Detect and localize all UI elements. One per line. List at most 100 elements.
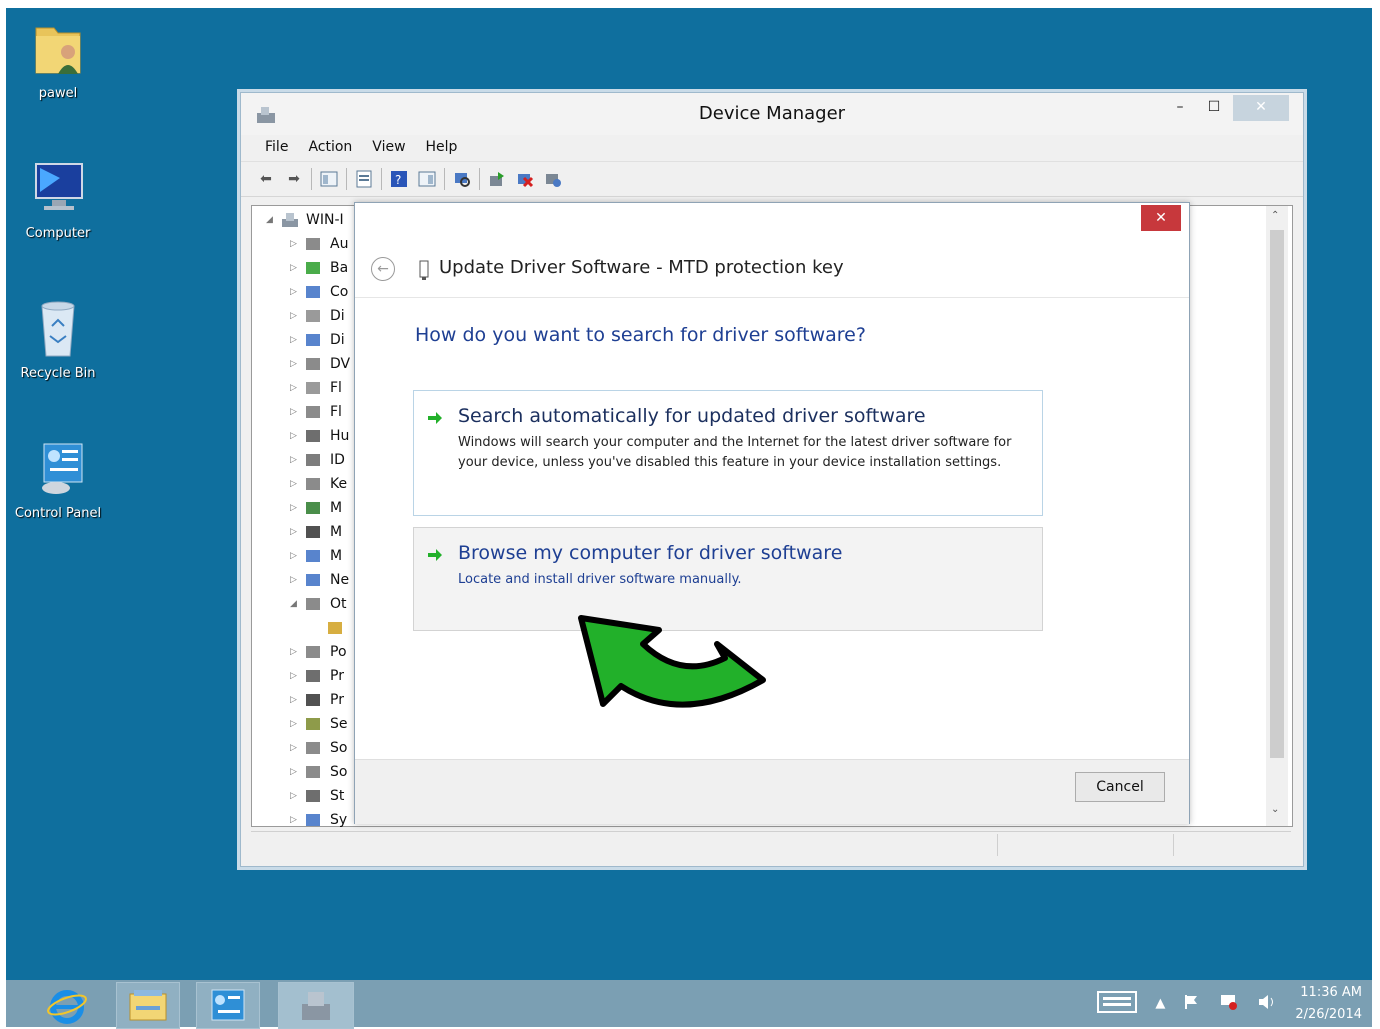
close-button[interactable]: ✕ xyxy=(1233,95,1289,121)
clock[interactable]: 11:36 AM 2/26/2014 xyxy=(1295,982,1362,1026)
volume-icon[interactable] xyxy=(1257,993,1277,1015)
expand-icon[interactable]: ▷ xyxy=(290,503,304,513)
vertical-scrollbar[interactable]: ⌃ ⌄ xyxy=(1266,206,1288,826)
scan-hardware-icon[interactable] xyxy=(451,168,473,190)
tree-item[interactable]: ▷ Di xyxy=(290,304,345,328)
tree-item[interactable]: ▷ Di xyxy=(290,328,345,352)
menu-help[interactable]: Help xyxy=(416,135,468,161)
tree-item[interactable]: ▷ Au xyxy=(290,232,348,256)
tree-item[interactable]: ▷ Pr xyxy=(290,664,344,688)
desktop-icon-recycle-bin[interactable]: Recycle Bin xyxy=(8,298,108,381)
minimize-button[interactable]: – xyxy=(1165,95,1195,121)
tree-item[interactable]: ▷ Co xyxy=(290,280,348,304)
network-icon[interactable] xyxy=(1219,993,1239,1015)
tree-item[interactable]: ▷ Pr xyxy=(290,688,344,712)
tree-item[interactable]: ▷ M xyxy=(290,496,342,520)
properties-icon[interactable] xyxy=(353,168,375,190)
uninstall-icon[interactable] xyxy=(514,168,536,190)
menu-action[interactable]: Action xyxy=(298,135,362,161)
expand-icon[interactable]: ▷ xyxy=(290,695,304,705)
tree-item[interactable] xyxy=(312,616,352,640)
scroll-up-icon[interactable]: ⌃ xyxy=(1271,210,1279,221)
device-category-icon xyxy=(304,307,324,325)
tree-item[interactable]: ▷ M xyxy=(290,520,342,544)
action-center-flag-icon[interactable] xyxy=(1183,993,1201,1015)
expand-icon[interactable]: ▷ xyxy=(290,527,304,537)
tree-item[interactable]: ▷ Hu xyxy=(290,424,349,448)
maximize-button[interactable]: ☐ xyxy=(1199,95,1229,121)
expand-icon[interactable]: ▷ xyxy=(290,551,304,561)
disable-device-icon[interactable] xyxy=(542,168,564,190)
tree-item[interactable]: ▷ Se xyxy=(290,712,348,736)
tree-item[interactable]: ▷ Sy xyxy=(290,808,347,832)
tree-item[interactable]: ▷ Fl xyxy=(290,376,342,400)
expand-icon[interactable]: ▷ xyxy=(290,335,304,345)
device-category-icon xyxy=(304,403,324,421)
tree-item[interactable]: ▷ Ba xyxy=(290,256,348,280)
show-hidden-icons-icon[interactable]: ▲ xyxy=(1155,996,1165,1011)
desktop-icon-pawel[interactable]: pawel xyxy=(8,18,108,101)
expand-icon[interactable]: ▷ xyxy=(290,359,304,369)
expand-icon[interactable]: ▷ xyxy=(290,791,304,801)
device-category-icon xyxy=(304,331,324,349)
expand-icon[interactable]: ▷ xyxy=(290,479,304,489)
expand-icon[interactable]: ▷ xyxy=(290,575,304,585)
tree-item[interactable]: ▷ St xyxy=(290,784,344,808)
back-button[interactable]: ← xyxy=(371,257,395,281)
tree-item[interactable]: ▷ So xyxy=(290,736,347,760)
update-driver-icon[interactable] xyxy=(486,168,508,190)
control-panel-button[interactable] xyxy=(196,982,260,1029)
keyboard-icon[interactable] xyxy=(1097,990,1138,1017)
expand-icon[interactable]: ▷ xyxy=(290,311,304,321)
show-hide-console-icon[interactable] xyxy=(318,168,340,190)
expand-icon[interactable]: ▷ xyxy=(290,239,304,249)
expand-icon[interactable]: ▷ xyxy=(290,719,304,729)
expand-icon[interactable]: ▷ xyxy=(290,263,304,273)
menu-view[interactable]: View xyxy=(362,135,415,161)
show-hide-action-pane-icon[interactable] xyxy=(416,168,438,190)
tree-item[interactable]: ▷ ID xyxy=(290,448,345,472)
desktop-icon-computer[interactable]: Computer xyxy=(8,158,108,241)
expand-icon[interactable]: ▷ xyxy=(290,287,304,297)
internet-explorer-button[interactable] xyxy=(36,982,98,1027)
file-explorer-button[interactable] xyxy=(116,982,180,1029)
tree-root[interactable]: ◢ WIN-I xyxy=(266,208,344,232)
forward-arrow-icon[interactable]: ➡ xyxy=(283,168,305,190)
dialog-close-button[interactable]: ✕ xyxy=(1141,205,1181,231)
tree-item[interactable]: ▷ M xyxy=(290,544,342,568)
expand-icon[interactable]: ▷ xyxy=(290,407,304,417)
back-arrow-icon[interactable]: ⬅ xyxy=(255,168,277,190)
expand-icon[interactable]: ▷ xyxy=(290,767,304,777)
tree-item[interactable]: ▷ Ne xyxy=(290,568,349,592)
scroll-down-icon[interactable]: ⌄ xyxy=(1271,804,1279,815)
device-manager-taskbar-button[interactable] xyxy=(278,982,354,1029)
expand-icon[interactable]: ▷ xyxy=(290,671,304,681)
collapse-icon[interactable]: ◢ xyxy=(290,599,304,609)
device-manager-taskbar-icon xyxy=(302,991,330,1020)
tree-item[interactable]: ◢ Ot xyxy=(290,592,347,616)
tree-item-label: Co xyxy=(330,284,349,300)
tree-item[interactable]: ▷ Fl xyxy=(290,400,342,424)
cancel-button[interactable]: Cancel xyxy=(1075,772,1165,802)
tree-item-label: Sy xyxy=(330,812,348,828)
menu-file[interactable]: File xyxy=(255,135,298,161)
expand-icon[interactable]: ▷ xyxy=(290,815,304,825)
expand-icon[interactable]: ▷ xyxy=(290,647,304,657)
device-category-icon xyxy=(304,475,324,493)
tree-item[interactable]: ▷ So xyxy=(290,760,347,784)
expand-icon[interactable]: ▷ xyxy=(290,431,304,441)
help-icon[interactable]: ? xyxy=(388,168,410,190)
window-titlebar[interactable]: Device Manager – ☐ ✕ xyxy=(241,93,1303,135)
expand-icon[interactable]: ▷ xyxy=(290,455,304,465)
tree-item[interactable]: ▷ Po xyxy=(290,640,347,664)
desktop-icon-label: Control Panel xyxy=(14,506,102,521)
tree-item[interactable]: ▷ DV xyxy=(290,352,350,376)
expand-icon[interactable]: ▷ xyxy=(290,383,304,393)
tree-item[interactable]: ▷ Ke xyxy=(290,472,347,496)
expand-icon[interactable]: ▷ xyxy=(290,743,304,753)
search-automatically-option[interactable]: Search automatically for updated driver … xyxy=(413,390,1043,516)
scrollbar-thumb[interactable] xyxy=(1270,230,1284,758)
desktop-icon-control-panel[interactable]: Control Panel xyxy=(8,438,108,521)
collapse-icon[interactable]: ◢ xyxy=(266,215,280,225)
tree-item-label: Di xyxy=(330,332,345,348)
